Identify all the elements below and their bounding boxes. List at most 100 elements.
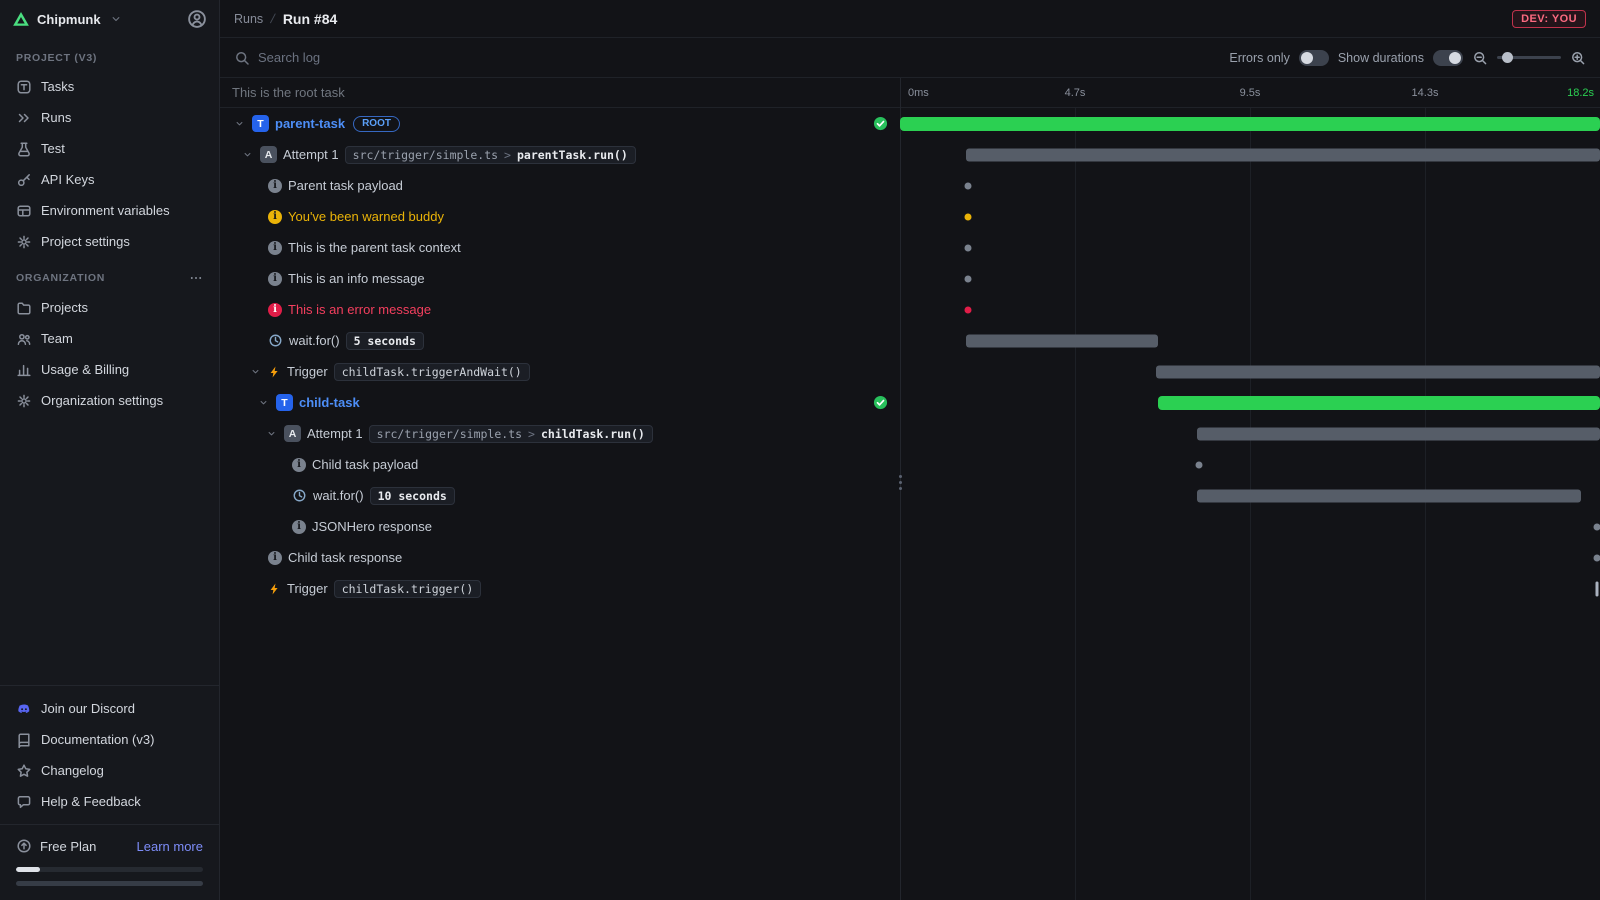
sidebar-item-runs[interactable]: Runs: [0, 102, 219, 133]
trace-row-child-task-payload[interactable]: iChild task payload: [220, 449, 1600, 480]
gear-icon: [16, 234, 32, 250]
workspace-switcher[interactable]: Chipmunk: [0, 0, 219, 38]
trace-row-wait-for[interactable]: wait.for()5 seconds: [220, 325, 1600, 356]
zoom-slider[interactable]: [1497, 56, 1561, 59]
attempt-path-chip: src/trigger/simple.ts>parentTask.run(): [345, 146, 636, 164]
trace-row-you-ve-been-warned-buddy[interactable]: iYou've been warned buddy: [220, 201, 1600, 232]
breadcrumb-separator: /: [269, 11, 276, 26]
sidebar-item-label: Test: [41, 141, 65, 156]
success-check-icon: [873, 116, 888, 131]
trace-row-attempt-1[interactable]: AAttempt 1src/trigger/simple.ts>childTas…: [220, 418, 1600, 449]
sidebar-item-tasks[interactable]: Tasks: [0, 71, 219, 102]
usage-bar-fill: [16, 867, 40, 872]
trace-row-timeline: [900, 449, 1600, 480]
timeline-dot: [964, 213, 971, 220]
sidebar-item-documentation-v3[interactable]: Documentation (v3): [0, 724, 219, 755]
trace-row-label: You've been warned buddy: [288, 209, 444, 224]
chart-icon: [16, 362, 32, 378]
attempt-function-name: parentTask.run(): [517, 148, 628, 162]
section-title-text: PROJECT (V3): [16, 52, 97, 64]
zoom-in-icon[interactable]: [1570, 50, 1586, 66]
runs-icon: [16, 110, 32, 126]
sidebar-item-label: Changelog: [41, 763, 104, 778]
trace-row-label: Parent task payload: [288, 178, 403, 193]
trace-row-left: AAttempt 1src/trigger/simple.ts>childTas…: [220, 418, 900, 449]
page-title: Run #84: [283, 11, 337, 27]
sidebar-item-environment-variables[interactable]: Environment variables: [0, 195, 219, 226]
zoom-slider-knob[interactable]: [1502, 52, 1513, 63]
clock-icon: [268, 333, 283, 348]
environment-badge[interactable]: DEV: YOU: [1512, 10, 1586, 28]
timeline-bar: [966, 148, 1600, 161]
chevron-down-icon[interactable]: [240, 149, 254, 160]
trace-row-left: Tparent-taskROOT: [220, 108, 900, 139]
sidebar-item-api-keys[interactable]: API Keys: [0, 164, 219, 195]
trace-row-child-task-response[interactable]: iChild task response: [220, 542, 1600, 573]
trace-row-this-is-an-error-message[interactable]: iThis is an error message: [220, 294, 1600, 325]
sidebar-item-label: Organization settings: [41, 393, 163, 408]
trace-body: Tparent-taskROOTAAttempt 1src/trigger/si…: [220, 108, 1600, 900]
trace-row-attempt-1[interactable]: AAttempt 1src/trigger/simple.ts>parentTa…: [220, 139, 1600, 170]
timeline-dot: [964, 275, 971, 282]
clock-icon: [292, 488, 307, 503]
trace-row-timeline: [900, 573, 1600, 604]
errors-only-label: Errors only: [1229, 51, 1289, 65]
sidebar-item-project-settings[interactable]: Project settings: [0, 226, 219, 257]
chevron-down-icon[interactable]: [264, 428, 278, 439]
test-icon: [16, 141, 32, 157]
trace-row-parent-task-payload[interactable]: iParent task payload: [220, 170, 1600, 201]
sidebar-item-usage-billing[interactable]: Usage & Billing: [0, 354, 219, 385]
org-menu-button[interactable]: [189, 271, 203, 285]
chevron-down-icon[interactable]: [248, 366, 262, 377]
zoom-out-icon[interactable]: [1472, 50, 1488, 66]
timeline-dot: [964, 244, 971, 251]
trace-row-left: iThis is an error message: [220, 294, 900, 325]
sidebar-nav: PROJECT (V3) Tasks Runs Test API Keys Environ…: [0, 38, 219, 416]
trace-row-left: iThis is the parent task context: [220, 232, 900, 263]
avatar[interactable]: [187, 9, 207, 29]
search-input[interactable]: [258, 50, 598, 65]
trace-header-row: This is the root task 0ms4.7s9.5s14.3s18…: [220, 78, 1600, 108]
trace-row-wait-for[interactable]: wait.for()10 seconds: [220, 480, 1600, 511]
sidebar-item-test[interactable]: Test: [0, 133, 219, 164]
trace-row-jsonhero-response[interactable]: iJSONHero response: [220, 511, 1600, 542]
trace-row-trigger[interactable]: TriggerchildTask.triggerAndWait(): [220, 356, 1600, 387]
sidebar-item-label: Runs: [41, 110, 71, 125]
code-chip: childTask.trigger(): [334, 580, 482, 598]
pane-resize-handle[interactable]: [895, 468, 905, 496]
sidebar-item-join-our-discord[interactable]: Join our Discord: [0, 693, 219, 724]
path-separator: >: [528, 427, 535, 441]
trace-row-timeline: [900, 139, 1600, 170]
errors-only-toggle[interactable]: [1299, 50, 1329, 66]
chevron-down-icon[interactable]: [256, 397, 270, 408]
trace-row-label: wait.for(): [313, 488, 364, 503]
trace-row-parent-task[interactable]: Tparent-taskROOT: [220, 108, 1600, 139]
sidebar-item-changelog[interactable]: Changelog: [0, 755, 219, 786]
axis-label: 0ms: [908, 78, 929, 108]
success-check-icon: [873, 395, 888, 410]
main-content: Runs / Run #84 DEV: YOU Errors only Show…: [220, 0, 1600, 900]
sidebar-item-label: Environment variables: [41, 203, 170, 218]
learn-more-link[interactable]: Learn more: [137, 839, 203, 854]
trace-row-label: Child task payload: [312, 457, 418, 472]
star-icon: [16, 763, 32, 779]
bolt-icon: [268, 582, 281, 596]
chevron-down-icon[interactable]: [232, 118, 246, 129]
trace-row-this-is-an-info-message[interactable]: iThis is an info message: [220, 263, 1600, 294]
tree-header: This is the root task: [232, 85, 345, 100]
breadcrumb-runs[interactable]: Runs: [234, 12, 263, 26]
trace-row-this-is-the-parent-task-context[interactable]: iThis is the parent task context: [220, 232, 1600, 263]
sidebar-item-label: Project settings: [41, 234, 130, 249]
timeline-dot: [964, 182, 971, 189]
sidebar-item-projects[interactable]: Projects: [0, 292, 219, 323]
trace-row-child-task[interactable]: Tchild-task: [220, 387, 1600, 418]
chat-icon: [16, 794, 32, 810]
sidebar-item-help-feedback[interactable]: Help & Feedback: [0, 786, 219, 817]
show-durations-toggle[interactable]: [1433, 50, 1463, 66]
trace-row-trigger[interactable]: TriggerchildTask.trigger(): [220, 573, 1600, 604]
sidebar-item-organization-settings[interactable]: Organization settings: [0, 385, 219, 416]
sidebar-item-team[interactable]: Team: [0, 323, 219, 354]
trace-row-left: iJSONHero response: [220, 511, 900, 542]
sidebar-item-label: Usage & Billing: [41, 362, 129, 377]
sidebar-item-label: API Keys: [41, 172, 94, 187]
